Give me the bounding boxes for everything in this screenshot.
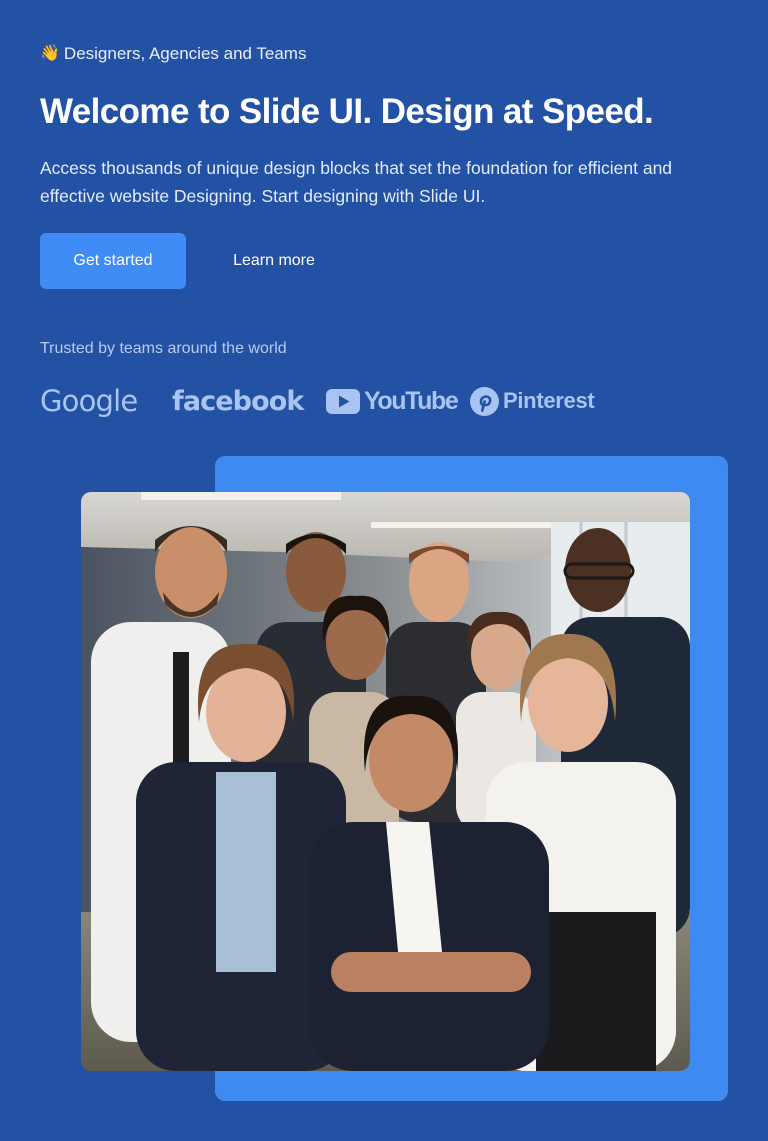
youtube-logo-text: YouTube xyxy=(364,386,459,415)
google-logo-text: Google xyxy=(40,384,138,418)
waving-hand-icon: 👋 xyxy=(40,45,60,62)
facebook-logo: facebook xyxy=(172,378,304,424)
pinterest-logo-text: Pinterest xyxy=(503,388,595,413)
eyebrow: 👋 Designers, Agencies and Teams xyxy=(40,44,306,64)
learn-more-button[interactable]: Learn more xyxy=(214,233,334,289)
hero-description: Access thousands of unique design blocks… xyxy=(40,158,673,206)
page-title: Welcome to Slide UI. Design at Speed. xyxy=(40,92,654,131)
get-started-button[interactable]: Get started xyxy=(40,233,186,289)
hero-section: 👋 Designers, Agencies and Teams Welcome … xyxy=(0,0,768,1141)
pinterest-p-icon xyxy=(470,386,499,416)
pinterest-logo: Pinterest xyxy=(470,378,595,424)
eyebrow-text: Designers, Agencies and Teams xyxy=(63,44,307,63)
youtube-logo: YouTube xyxy=(326,378,459,424)
team-photo xyxy=(81,492,690,1071)
facebook-logo-text: facebook xyxy=(172,385,304,417)
team-photo-illustration xyxy=(81,492,690,1071)
google-logo: Google xyxy=(40,378,138,424)
youtube-play-icon xyxy=(326,388,360,414)
trusted-label: Trusted by teams around the world xyxy=(40,340,287,357)
